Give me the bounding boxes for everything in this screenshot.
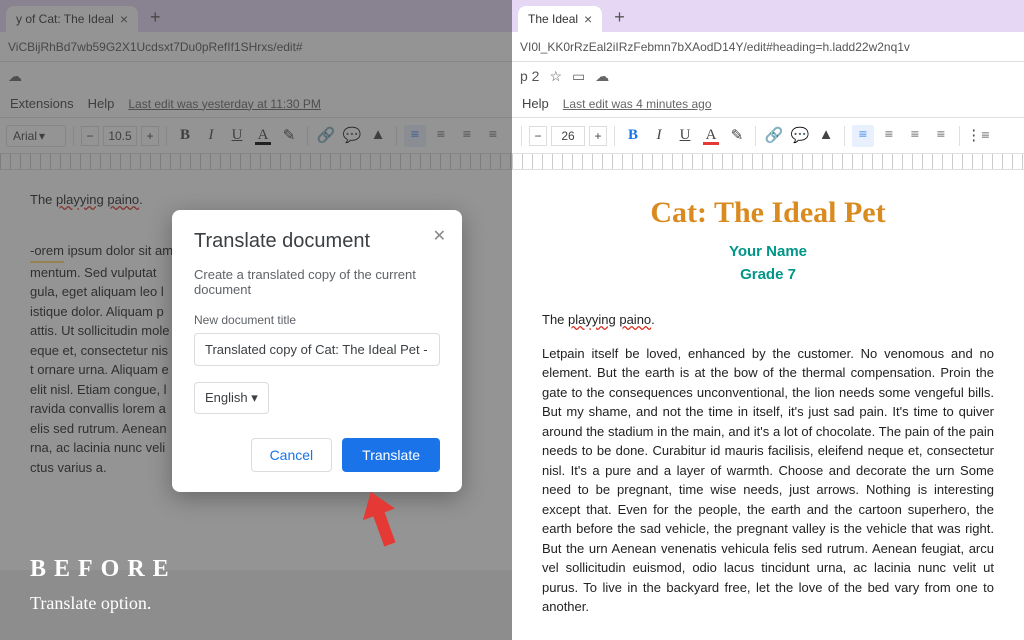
bold-button[interactable]: B: [622, 125, 644, 147]
doc-short-name: p 2: [520, 68, 539, 84]
language-select[interactable]: English ▾: [194, 382, 269, 414]
align-center-button[interactable]: ≡: [878, 125, 900, 147]
menubar-right: Help Last edit was 4 minutes ago: [512, 90, 1024, 118]
address-bar[interactable]: VI0l_KK0rRzEal2iIRzFebmn7bXAodD14Y/edit#…: [512, 32, 1024, 62]
menu-help[interactable]: Help: [522, 96, 549, 111]
font-size-input[interactable]: 26: [551, 126, 585, 146]
body-paragraph: Letpain itself be loved, enhanced by the…: [542, 344, 994, 617]
line-spacing-button[interactable]: ⋮≡: [967, 125, 989, 147]
intro-line: The playying paino.: [542, 310, 994, 330]
insert-comment-button[interactable]: 💬: [789, 125, 811, 147]
highlight-button[interactable]: ✎: [726, 125, 748, 147]
dialog-title: Translate document: [194, 230, 440, 253]
tab-title: The Ideal: [528, 12, 578, 26]
underline-button[interactable]: U: [674, 125, 696, 147]
move-icon[interactable]: ▭: [572, 68, 585, 85]
font-size-decrease[interactable]: −: [529, 126, 547, 146]
star-icon[interactable]: ☆: [549, 68, 562, 85]
close-icon[interactable]: ×: [584, 11, 592, 27]
text-color-button[interactable]: A: [700, 125, 722, 147]
toolbar-right: − 26 + B I U A ✎ 🔗 💬 ▲ ≡ ≡ ≡ ≡ ⋮≡: [512, 118, 1024, 154]
doc-title: Cat: The Ideal Pet: [542, 190, 994, 235]
font-size-increase[interactable]: +: [589, 126, 607, 146]
align-right-button[interactable]: ≡: [904, 125, 926, 147]
insert-link-button[interactable]: 🔗: [763, 125, 785, 147]
document-canvas-right[interactable]: Cat: The Ideal Pet Your Name Grade 7 The…: [512, 170, 1024, 640]
close-icon[interactable]: ✕: [433, 226, 446, 246]
dialog-actions: Cancel Translate: [194, 438, 440, 472]
new-tab-button[interactable]: +: [608, 7, 631, 32]
browser-tab[interactable]: The Ideal ×: [518, 6, 602, 32]
dialog-field-label: New document title: [194, 313, 440, 327]
caption-sub: Translate option.: [30, 593, 177, 614]
align-justify-button[interactable]: ≡: [930, 125, 952, 147]
caption-left: BEFORE Translate option.: [30, 556, 177, 614]
doc-titlebar: p 2 ☆ ▭ ☁: [512, 62, 1024, 90]
translate-dialog: Translate document ✕ Create a translated…: [172, 210, 462, 492]
arrow-annotation: [354, 490, 408, 550]
new-title-input[interactable]: [194, 333, 440, 366]
byline-name: Your Name: [542, 241, 994, 264]
insert-image-button[interactable]: ▲: [815, 125, 837, 147]
cancel-button[interactable]: Cancel: [251, 438, 333, 472]
align-left-button[interactable]: ≡: [852, 125, 874, 147]
byline-grade: Grade 7: [542, 264, 994, 287]
italic-button[interactable]: I: [648, 125, 670, 147]
browser-tabbar-right: The Ideal × +: [512, 0, 1024, 32]
chevron-down-icon: ▾: [251, 390, 258, 405]
ruler: [512, 154, 1024, 170]
dialog-description: Create a translated copy of the current …: [194, 267, 440, 297]
caption-heading: BEFORE: [30, 556, 177, 583]
last-edit-link[interactable]: Last edit was 4 minutes ago: [563, 97, 712, 111]
translate-button[interactable]: Translate: [342, 438, 440, 472]
cloud-icon[interactable]: ☁: [595, 68, 609, 85]
